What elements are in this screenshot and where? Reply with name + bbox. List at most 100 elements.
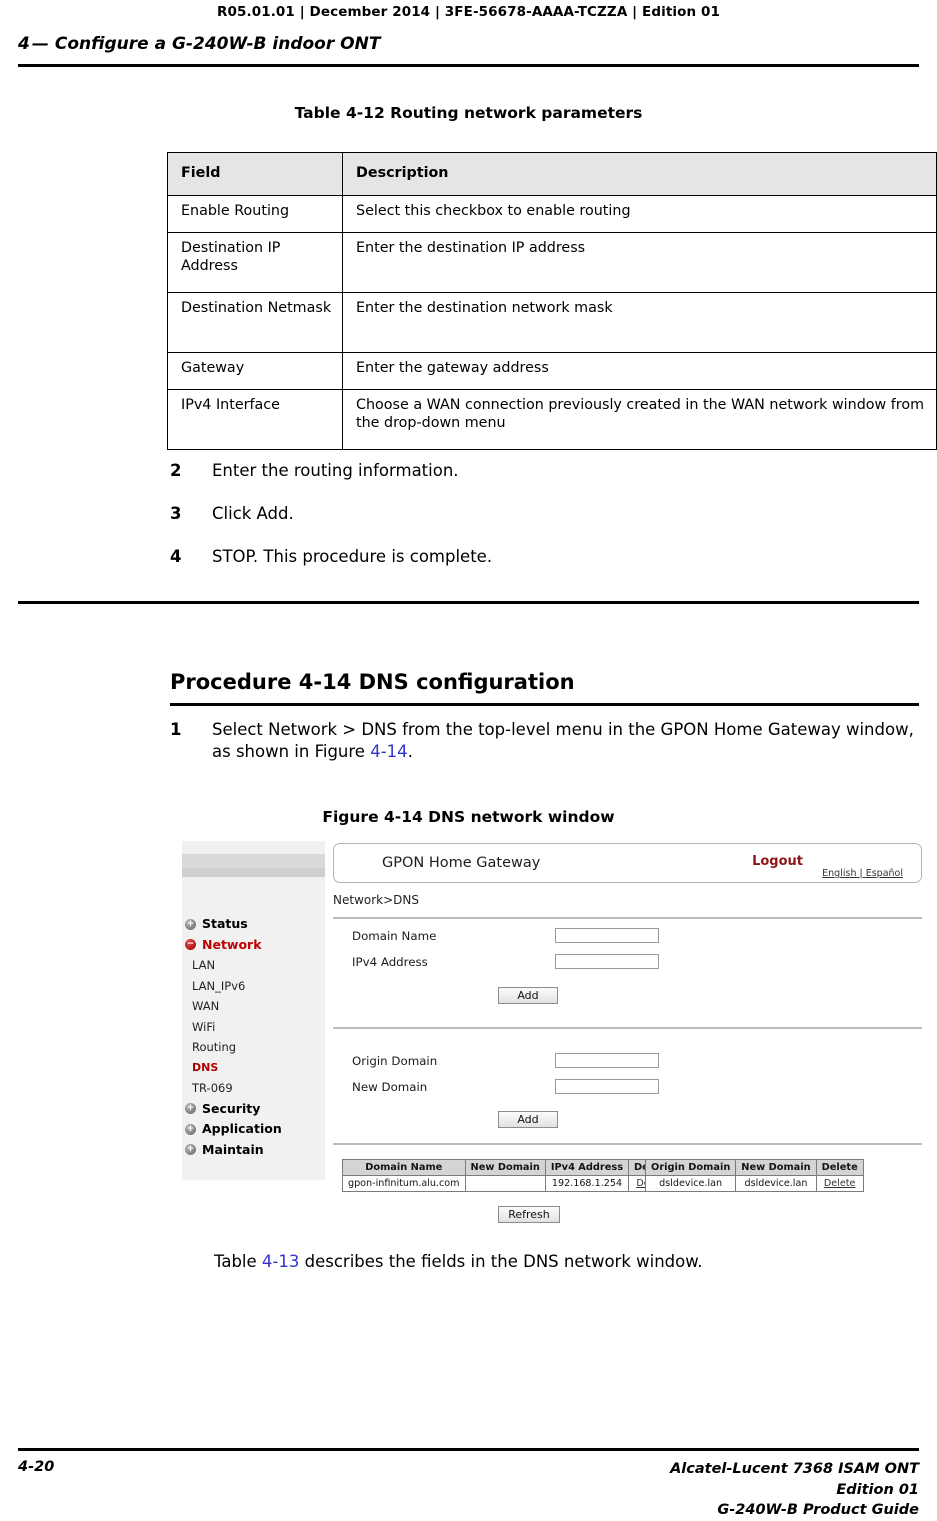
cell-field: IPv4 Interface <box>167 389 343 450</box>
step-1: 1 Select Network > DNS from the top-leve… <box>170 719 915 764</box>
minus-circle-icon: − <box>185 939 196 950</box>
origin-domain-input[interactable] <box>555 1053 659 1068</box>
cell-ipv4-address: 192.168.1.254 <box>544 1175 630 1192</box>
sidebar-item-label: Security <box>202 1100 261 1116</box>
after-figure-text: Table 4-13 describes the fields in the D… <box>214 1252 702 1271</box>
sidebar-item-lan-ipv6[interactable]: LAN_IPv6 <box>182 976 325 997</box>
refresh-button[interactable]: Refresh <box>498 1206 560 1223</box>
section-divider-2 <box>333 1027 922 1029</box>
step-2: 2 Enter the routing information. <box>170 460 915 482</box>
table-row: Enable Routing Select this checkbox to e… <box>167 195 937 233</box>
router-sidebar-menu: + Status − Network LAN LAN_IPv6 WAN WiFi… <box>182 914 325 1160</box>
add-alias-button[interactable]: Add <box>498 1111 558 1128</box>
page-running-header: R05.01.01 | December 2014 | 3FE-56678-AA… <box>217 4 720 20</box>
column-header-origin-domain: Origin Domain <box>644 1159 737 1176</box>
field-ipv4-address: IPv4 Address <box>352 954 912 974</box>
column-header-new-domain: New Domain <box>464 1159 546 1176</box>
footer-divider <box>18 1448 919 1451</box>
field-label: Origin Domain <box>352 1054 438 1068</box>
field-label: Domain Name <box>352 929 437 943</box>
step-text: Select Network > DNS from the top-level … <box>212 719 915 764</box>
routing-parameters-table: Field Description Enable Routing Select … <box>167 152 937 450</box>
column-header-ipv4-address: IPv4 Address <box>544 1159 630 1176</box>
field-domain-name: Domain Name <box>352 928 912 948</box>
figure-cross-reference[interactable]: 4-14 <box>370 742 407 761</box>
column-header-domain-name: Domain Name <box>342 1159 466 1176</box>
column-header-delete: Delete <box>815 1159 864 1176</box>
delete-link[interactable]: Delete <box>815 1175 864 1192</box>
table-row: Destination IP Address Enter the destina… <box>167 232 937 293</box>
sidebar-band-lower <box>182 868 325 877</box>
router-brand-title: GPON Home Gateway <box>382 855 541 871</box>
cell-domain-name: gpon-infinitum.alu.com <box>342 1175 466 1192</box>
table-header-row: Origin Domain New Domain Delete <box>644 1159 864 1176</box>
cell-origin-domain: dsldevice.lan <box>644 1175 737 1192</box>
language-switcher: English | Español <box>822 868 903 879</box>
after-figure-part-a: Table <box>214 1252 262 1271</box>
step-text: Enter the routing information. <box>212 461 459 480</box>
sidebar-item-tr069[interactable]: TR-069 <box>182 1078 325 1099</box>
plus-circle-icon: + <box>185 1103 196 1114</box>
column-header-field: Field <box>167 152 343 196</box>
language-link-espanol[interactable]: Español <box>866 868 903 879</box>
section-divider-1 <box>333 917 922 919</box>
sidebar-item-lan[interactable]: LAN <box>182 955 325 976</box>
procedure-title-divider <box>170 703 919 706</box>
logout-button[interactable]: Logout <box>752 854 803 869</box>
cell-description: Select this checkbox to enable routing <box>342 195 937 233</box>
router-sidebar: + Status − Network LAN LAN_IPv6 WAN WiFi… <box>182 841 325 1180</box>
router-titlebar: GPON Home Gateway Logout English | Españ… <box>333 843 922 883</box>
router-main-panel: GPON Home Gateway Logout English | Españ… <box>325 841 934 1236</box>
dns-entries-table: Domain Name New Domain IPv4 Address Dele… <box>342 1159 677 1192</box>
sidebar-item-network[interactable]: − Network <box>182 935 325 956</box>
figure-414-screenshot: + Status − Network LAN LAN_IPv6 WAN WiFi… <box>182 841 934 1236</box>
table-header-row: Field Description <box>167 152 937 196</box>
figure-414-caption: Figure 4-14 DNS network window <box>322 808 615 826</box>
plus-circle-icon: + <box>185 1123 196 1135</box>
sidebar-item-application[interactable]: + Application <box>182 1119 325 1140</box>
add-dns-button[interactable]: Add <box>498 987 558 1004</box>
column-header-new-domain: New Domain <box>735 1159 817 1176</box>
ipv4-address-input[interactable] <box>555 954 659 969</box>
sidebar-item-routing[interactable]: Routing <box>182 1037 325 1058</box>
field-label: New Domain <box>352 1080 428 1094</box>
cell-description: Enter the destination network mask <box>342 292 937 353</box>
sidebar-item-wan[interactable]: WAN <box>182 996 325 1017</box>
cell-new-domain: dsldevice.lan <box>735 1175 817 1192</box>
delete-link-text[interactable]: Delete <box>824 1178 856 1189</box>
sidebar-band-upper <box>182 854 325 868</box>
step-number: 1 <box>170 720 182 739</box>
sidebar-item-maintain[interactable]: + Maintain <box>182 1140 325 1161</box>
sidebar-item-label: Application <box>202 1121 282 1136</box>
sidebar-item-status[interactable]: + Status <box>182 914 325 935</box>
table-row: IPv4 Interface Choose a WAN connection p… <box>167 389 937 450</box>
step-text-part-b: . <box>407 742 413 762</box>
field-label: IPv4 Address <box>352 955 428 969</box>
step-text: STOP. This procedure is complete. <box>212 547 493 566</box>
after-figure-part-b: describes the fields in the DNS network … <box>299 1252 703 1271</box>
table-cross-reference[interactable]: 4-13 <box>262 1252 299 1271</box>
sidebar-item-security[interactable]: + Security <box>182 1099 325 1120</box>
table-row: dsldevice.lan dsldevice.lan Delete <box>644 1175 864 1192</box>
sidebar-item-wifi[interactable]: WiFi <box>182 1017 325 1038</box>
sidebar-item-dns[interactable]: DNS <box>182 1058 325 1079</box>
language-link-english[interactable]: English <box>822 868 856 879</box>
section-divider-3 <box>333 1143 922 1145</box>
domain-name-input[interactable] <box>555 928 659 943</box>
chapter-heading: 4— Configure a G-240W-B indoor ONT <box>18 34 918 54</box>
column-header-description: Description <box>342 152 937 196</box>
field-origin-domain: Origin Domain <box>352 1053 912 1073</box>
new-domain-input[interactable] <box>555 1079 659 1094</box>
plus-circle-icon: + <box>185 918 196 930</box>
sidebar-item-label: Status <box>202 916 248 931</box>
language-separator: | <box>856 868 866 879</box>
cell-description: Enter the gateway address <box>342 352 937 390</box>
cell-field: Enable Routing <box>167 195 343 233</box>
cell-field: Gateway <box>167 352 343 390</box>
procedure-414-title: Procedure 4-14 DNS configuration <box>170 670 575 694</box>
step-number: 2 <box>170 461 182 480</box>
sidebar-item-label: Network <box>202 936 262 952</box>
step-number: 4 <box>170 547 182 566</box>
table-412-caption: Table 4-12 Routing network parameters <box>294 104 643 122</box>
table-row: Destination Netmask Enter the destinatio… <box>167 292 937 353</box>
